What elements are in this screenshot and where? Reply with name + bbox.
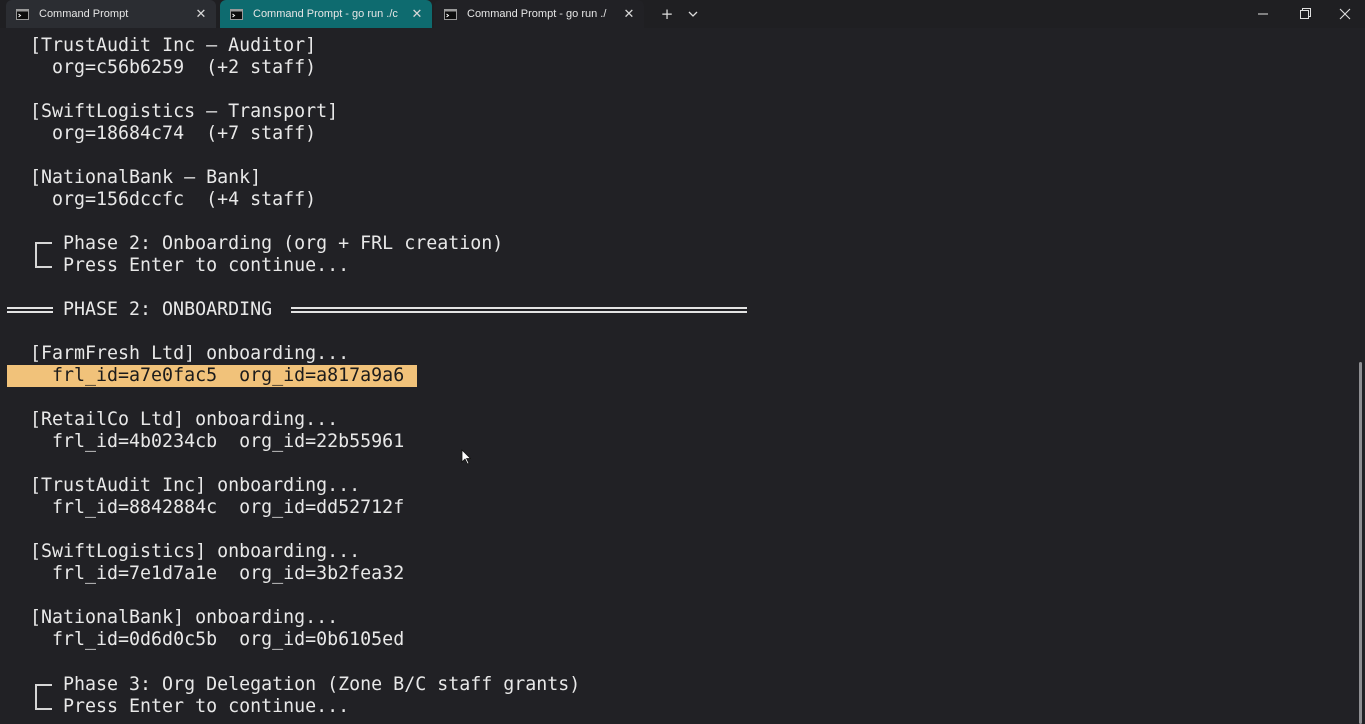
- tab-label: Command Prompt - go run ./c: [253, 8, 398, 20]
- tab-label: Command Prompt - go run ./: [467, 8, 607, 20]
- restore-icon[interactable]: [1284, 0, 1324, 28]
- terminal-icon: [16, 8, 29, 20]
- onboard-ids-trustaudit: frl_id=8842884c org_id=dd52712f: [52, 497, 405, 518]
- phase3-prompt-enter: Press Enter to continue...: [63, 696, 350, 717]
- onboard-header-swiftlogistics: [SwiftLogistics] onboarding...: [30, 541, 361, 562]
- tab-command-prompt-3[interactable]: Command Prompt - go run ./ ✕: [434, 0, 644, 28]
- mouse-pointer-icon: [461, 449, 471, 465]
- minimize-icon[interactable]: [1243, 0, 1283, 28]
- scrollbar[interactable]: [1359, 362, 1362, 724]
- tab-label: Command Prompt: [39, 8, 129, 20]
- terminal-output[interactable]: [TrustAudit Inc – Auditor] org=c56b6259 …: [0, 28, 1365, 724]
- onboard-ids-retailco: frl_id=4b0234cb org_id=22b55961: [52, 431, 405, 452]
- prompt-bracket: [35, 242, 52, 268]
- onboard-header-retailco: [RetailCo Ltd] onboarding...: [30, 409, 339, 430]
- onboard-header-farmfresh: [FarmFresh Ltd] onboarding...: [30, 343, 350, 364]
- banner-rule-left: [7, 307, 53, 313]
- onboard-header-trustaudit: [TrustAudit Inc] onboarding...: [30, 475, 361, 496]
- prompt-bracket: [35, 684, 52, 710]
- terminal-icon: [444, 8, 457, 20]
- org-id-auditor: org=c56b6259 (+2 staff): [52, 57, 317, 78]
- tab-command-prompt-1[interactable]: Command Prompt ✕: [6, 0, 216, 28]
- phase2-prompt-title: Phase 2: Onboarding (org + FRL creation): [63, 233, 504, 254]
- onboard-ids-swiftlogistics: frl_id=7e1d7a1e org_id=3b2fea32: [52, 563, 405, 584]
- org-id-bank: org=156dccfc (+4 staff): [52, 189, 317, 210]
- onboard-header-nationalbank: [NationalBank] onboarding...: [30, 607, 339, 628]
- title-bar: Command Prompt ✕ Command Prompt - go run…: [0, 0, 1365, 28]
- close-icon[interactable]: ✕: [190, 6, 212, 22]
- terminal-icon: [230, 8, 243, 20]
- phase2-prompt-enter: Press Enter to continue...: [63, 255, 350, 276]
- banner-rule-right: [291, 307, 747, 313]
- close-window-icon[interactable]: [1325, 0, 1365, 28]
- phase2-banner: PHASE 2: ONBOARDING: [63, 299, 273, 320]
- close-icon[interactable]: ✕: [618, 6, 640, 22]
- onboard-ids-nationalbank: frl_id=0d6d0c5b org_id=0b6105ed: [52, 629, 405, 650]
- phase3-prompt-title: Phase 3: Org Delegation (Zone B/C staff …: [63, 674, 581, 695]
- chevron-down-icon[interactable]: [684, 4, 702, 24]
- org-header-transport: [SwiftLogistics – Transport]: [30, 101, 339, 122]
- close-icon[interactable]: ✕: [406, 6, 428, 22]
- new-tab-button[interactable]: +: [658, 4, 676, 24]
- org-header-auditor: [TrustAudit Inc – Auditor]: [30, 35, 317, 56]
- onboard-ids-farmfresh: frl_id=a7e0fac5 org_id=a817a9a6: [52, 365, 405, 386]
- org-id-transport: org=18684c74 (+7 staff): [52, 123, 317, 144]
- tab-command-prompt-2[interactable]: Command Prompt - go run ./c ✕: [220, 0, 432, 28]
- org-header-bank: [NationalBank – Bank]: [30, 167, 262, 188]
